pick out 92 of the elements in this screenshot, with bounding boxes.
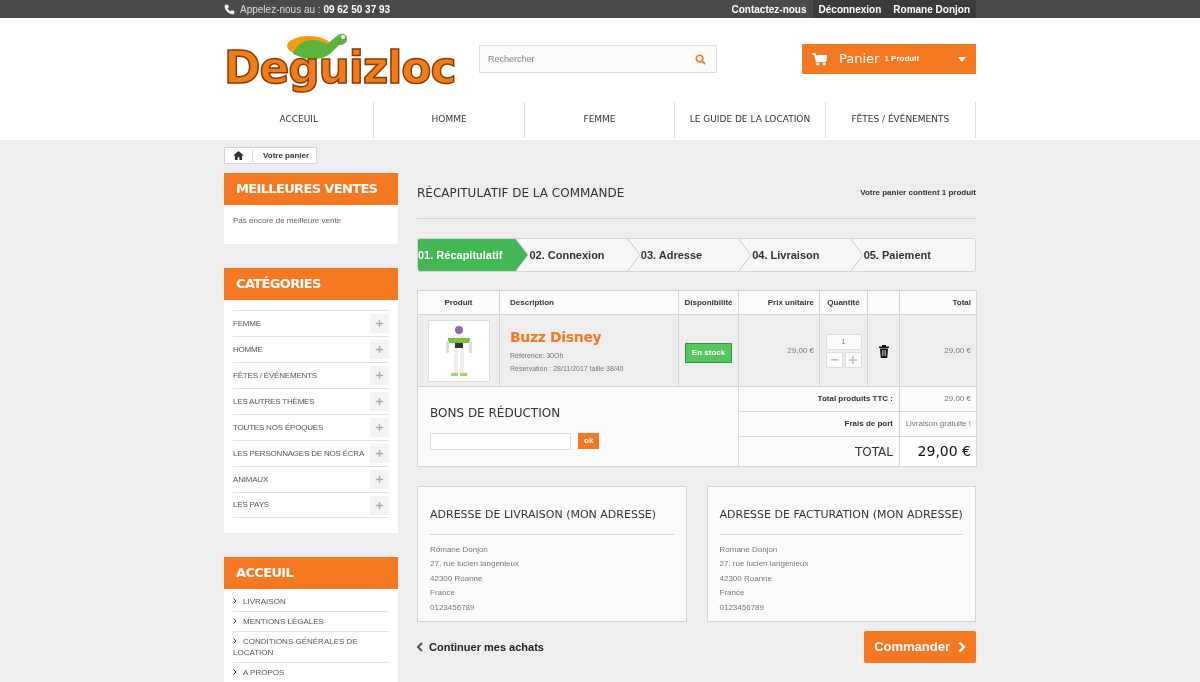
top-link[interactable]: Déconnexion: [812, 0, 888, 18]
row-total: 29,00 €: [899, 314, 977, 387]
category-link[interactable]: LES AUTRES THÈMES: [233, 395, 315, 408]
total-label: Total produits TTC :: [738, 386, 900, 412]
total-label: Frais de port: [738, 411, 900, 437]
plus-icon: [376, 372, 383, 379]
category-link[interactable]: FÊTES / ÉVÉNEMENTS: [233, 369, 317, 382]
info-link[interactable]: A PROPOS: [233, 667, 389, 678]
phone-icon: [224, 3, 235, 15]
chevron-icon: [233, 598, 237, 604]
category-link[interactable]: LES PAYS: [233, 499, 269, 511]
expand-button[interactable]: [370, 470, 389, 489]
category-link[interactable]: LES PERSONNAGES DE NOS ÉCRA: [233, 447, 365, 460]
plus-icon: [376, 501, 383, 509]
info-link[interactable]: MENTIONS LÉGALES: [233, 616, 389, 627]
trash-icon[interactable]: [878, 344, 889, 358]
nav-item[interactable]: FEMME: [524, 102, 676, 138]
increase-button[interactable]: [844, 351, 862, 368]
minus-icon: [830, 358, 838, 361]
address-line: 27, rue lucien langenieux: [430, 558, 520, 570]
address-line: 42300 Roanne: [430, 572, 484, 585]
unit-price: 29,00 €: [738, 314, 820, 387]
decrease-button[interactable]: [825, 351, 843, 368]
plus-icon: [849, 355, 857, 364]
home-icon[interactable]: [233, 151, 244, 160]
plus-icon: [376, 476, 383, 483]
plus-icon: [376, 424, 383, 431]
continue-shopping-link[interactable]: Continuer mes achats: [417, 638, 544, 656]
chevron-icon: [233, 618, 237, 624]
expand-button[interactable]: [370, 340, 389, 359]
chevron-icon: [233, 669, 237, 675]
expand-button[interactable]: [370, 366, 389, 385]
column-header: Disponibilité: [678, 290, 739, 315]
block-title: ACCEUIL: [224, 557, 398, 589]
cart-summary: Votre panier contient 1 produit: [860, 187, 976, 199]
expand-button[interactable]: [370, 392, 389, 411]
expand-button[interactable]: [370, 418, 389, 437]
nav-item[interactable]: FÊTES / ÉVÉNEMENTS: [825, 102, 977, 138]
cart-label: Panier: [839, 50, 880, 69]
info-link[interactable]: LIVRAISON: [233, 596, 389, 607]
block-title: MEILLEURES VENTES: [224, 173, 398, 205]
column-header: Total: [899, 290, 977, 315]
page-title: RÉCAPITULATIF DE LA COMMANDE: [417, 184, 625, 202]
nav-item[interactable]: HOMME: [374, 102, 525, 138]
address-line: Romane Donjon: [430, 543, 489, 556]
plus-icon: [376, 320, 383, 327]
expand-button[interactable]: [370, 444, 389, 463]
top-link[interactable]: Contactez-nous: [725, 0, 813, 18]
category-link[interactable]: FEMME: [233, 317, 261, 330]
voucher-title: BONS DE RÉDUCTION: [430, 404, 562, 422]
plus-icon: [376, 398, 383, 405]
checkout-step[interactable]: 05. Paiement: [863, 239, 975, 271]
address-line: 0123456789: [430, 601, 476, 614]
grand-total-label: TOTAL: [738, 436, 900, 467]
column-header: Produit: [417, 290, 500, 315]
plus-icon: [376, 346, 383, 353]
category-link[interactable]: ANIMAUX: [233, 473, 269, 486]
stock-badge: En stock: [684, 343, 733, 363]
address-line: 0123456789: [719, 601, 765, 614]
address-line: 42300 Roanne: [719, 572, 773, 585]
nav-item[interactable]: LE GUIDE DE LA LOCATION: [675, 102, 826, 138]
category-link[interactable]: TOUTES NOS ÉPOQUES: [233, 421, 324, 434]
column-header: Prix unitaire: [738, 290, 820, 315]
checkout-step[interactable]: 03. Adresse: [640, 239, 753, 271]
nav-item[interactable]: ACCEUIL: [224, 102, 375, 138]
phone-text: Appelez-nous au : 09 62 50 37 93: [240, 2, 391, 17]
expand-button[interactable]: [370, 495, 389, 515]
top-link[interactable]: Romane Donjon: [887, 0, 976, 18]
chevron-icon: [417, 642, 423, 652]
expand-button[interactable]: [370, 314, 389, 333]
address-line: Romane Donjon: [719, 543, 779, 556]
cart-count: 1 Produit: [884, 53, 920, 65]
block-title: CATÉGORIES: [224, 268, 398, 300]
grand-total-value: 29,00 €: [899, 436, 977, 467]
chevron-icon: [233, 638, 237, 644]
caret-icon: [958, 56, 966, 62]
address-title: ADRESSE DE FACTURATION (MON ADRESSE): [719, 507, 963, 535]
address-line: France: [719, 587, 746, 599]
checkout-step[interactable]: 04. Livraison: [752, 239, 864, 271]
address-line: 27, rue lucien langenieux: [719, 558, 810, 570]
cart-icon: [812, 52, 827, 66]
block-text: Pas encore de meilleure vente: [233, 215, 343, 227]
column-header: Quantité: [819, 290, 868, 315]
info-link[interactable]: CONDITIONS GÉNÉRALES DE LOCATION: [233, 636, 389, 658]
category-link[interactable]: HOMME: [233, 343, 263, 356]
plus-icon: [376, 450, 383, 457]
column-header: Description: [499, 290, 679, 315]
chevron-icon: [958, 641, 966, 653]
breadcrumb-item: Votre panier: [252, 149, 317, 162]
address-line: France: [430, 587, 456, 599]
address-title: ADRESSE DE LIVRAISON (MON ADRESSE): [430, 507, 674, 535]
voucher-field[interactable]: [430, 432, 571, 450]
